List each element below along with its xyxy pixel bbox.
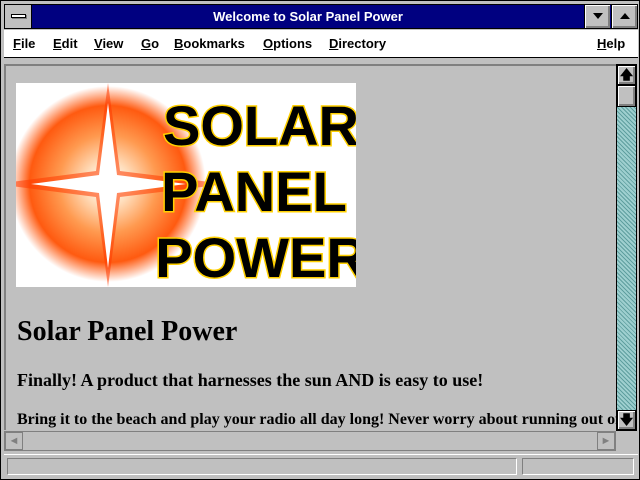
- arrow-up-icon: 🡅: [619, 67, 634, 82]
- logo-image: SOLAR PANEL POWER: [16, 83, 356, 287]
- page-content[interactable]: SOLAR PANEL POWER Solar Panel Power Fina…: [4, 64, 616, 430]
- page-heading: Solar Panel Power: [17, 316, 238, 347]
- status-progress-panel: [522, 458, 634, 475]
- arrow-down-icon: 🡇: [619, 412, 634, 427]
- menu-bar: File Edit View Go Bookmarks Options Dire…: [4, 30, 638, 58]
- menu-directory[interactable]: Directory: [329, 36, 386, 51]
- status-message-panel: [7, 458, 517, 475]
- menu-help[interactable]: Help: [597, 36, 625, 51]
- scroll-up-button[interactable]: 🡅: [617, 65, 636, 85]
- status-bar: [4, 454, 638, 478]
- scrollbar-corner: [616, 431, 637, 451]
- maximize-button[interactable]: [611, 5, 637, 28]
- minimize-icon: [593, 13, 603, 19]
- scroll-down-button[interactable]: 🡇: [617, 410, 636, 430]
- arrow-left-icon: ◄: [8, 435, 20, 447]
- minimize-button[interactable]: [584, 5, 610, 28]
- scroll-left-button[interactable]: ◄: [5, 432, 23, 450]
- page-paragraph: Bring it to the beach and play your radi…: [17, 411, 616, 428]
- menu-file[interactable]: File: [13, 36, 35, 51]
- menu-view[interactable]: View: [94, 36, 123, 51]
- horizontal-scrollbar[interactable]: ◄ ►: [4, 431, 616, 451]
- logo-line-solar: SOLAR: [163, 94, 356, 157]
- menu-bookmarks[interactable]: Bookmarks: [174, 36, 245, 51]
- menu-options[interactable]: Options: [263, 36, 312, 51]
- vertical-scrollbar[interactable]: 🡅 🡇: [616, 64, 637, 431]
- scroll-right-button[interactable]: ►: [597, 432, 615, 450]
- menu-edit[interactable]: Edit: [53, 36, 78, 51]
- vertical-scroll-thumb[interactable]: [617, 85, 636, 107]
- title-bar[interactable]: Welcome to Solar Panel Power: [4, 4, 638, 29]
- arrow-right-icon: ►: [600, 435, 612, 447]
- menu-go[interactable]: Go: [141, 36, 159, 51]
- solar-panel-power-logo[interactable]: SOLAR PANEL POWER: [16, 83, 356, 287]
- logo-line-panel: PANEL: [161, 160, 347, 223]
- browser-window: Welcome to Solar Panel Power File Edit V…: [0, 0, 640, 480]
- window-title: Welcome to Solar Panel Power: [213, 9, 403, 24]
- page-subheading: Finally! A product that harnesses the su…: [17, 370, 484, 390]
- maximize-icon: [620, 13, 630, 19]
- logo-line-power: POWER: [155, 226, 356, 287]
- system-menu-icon[interactable]: [5, 5, 32, 28]
